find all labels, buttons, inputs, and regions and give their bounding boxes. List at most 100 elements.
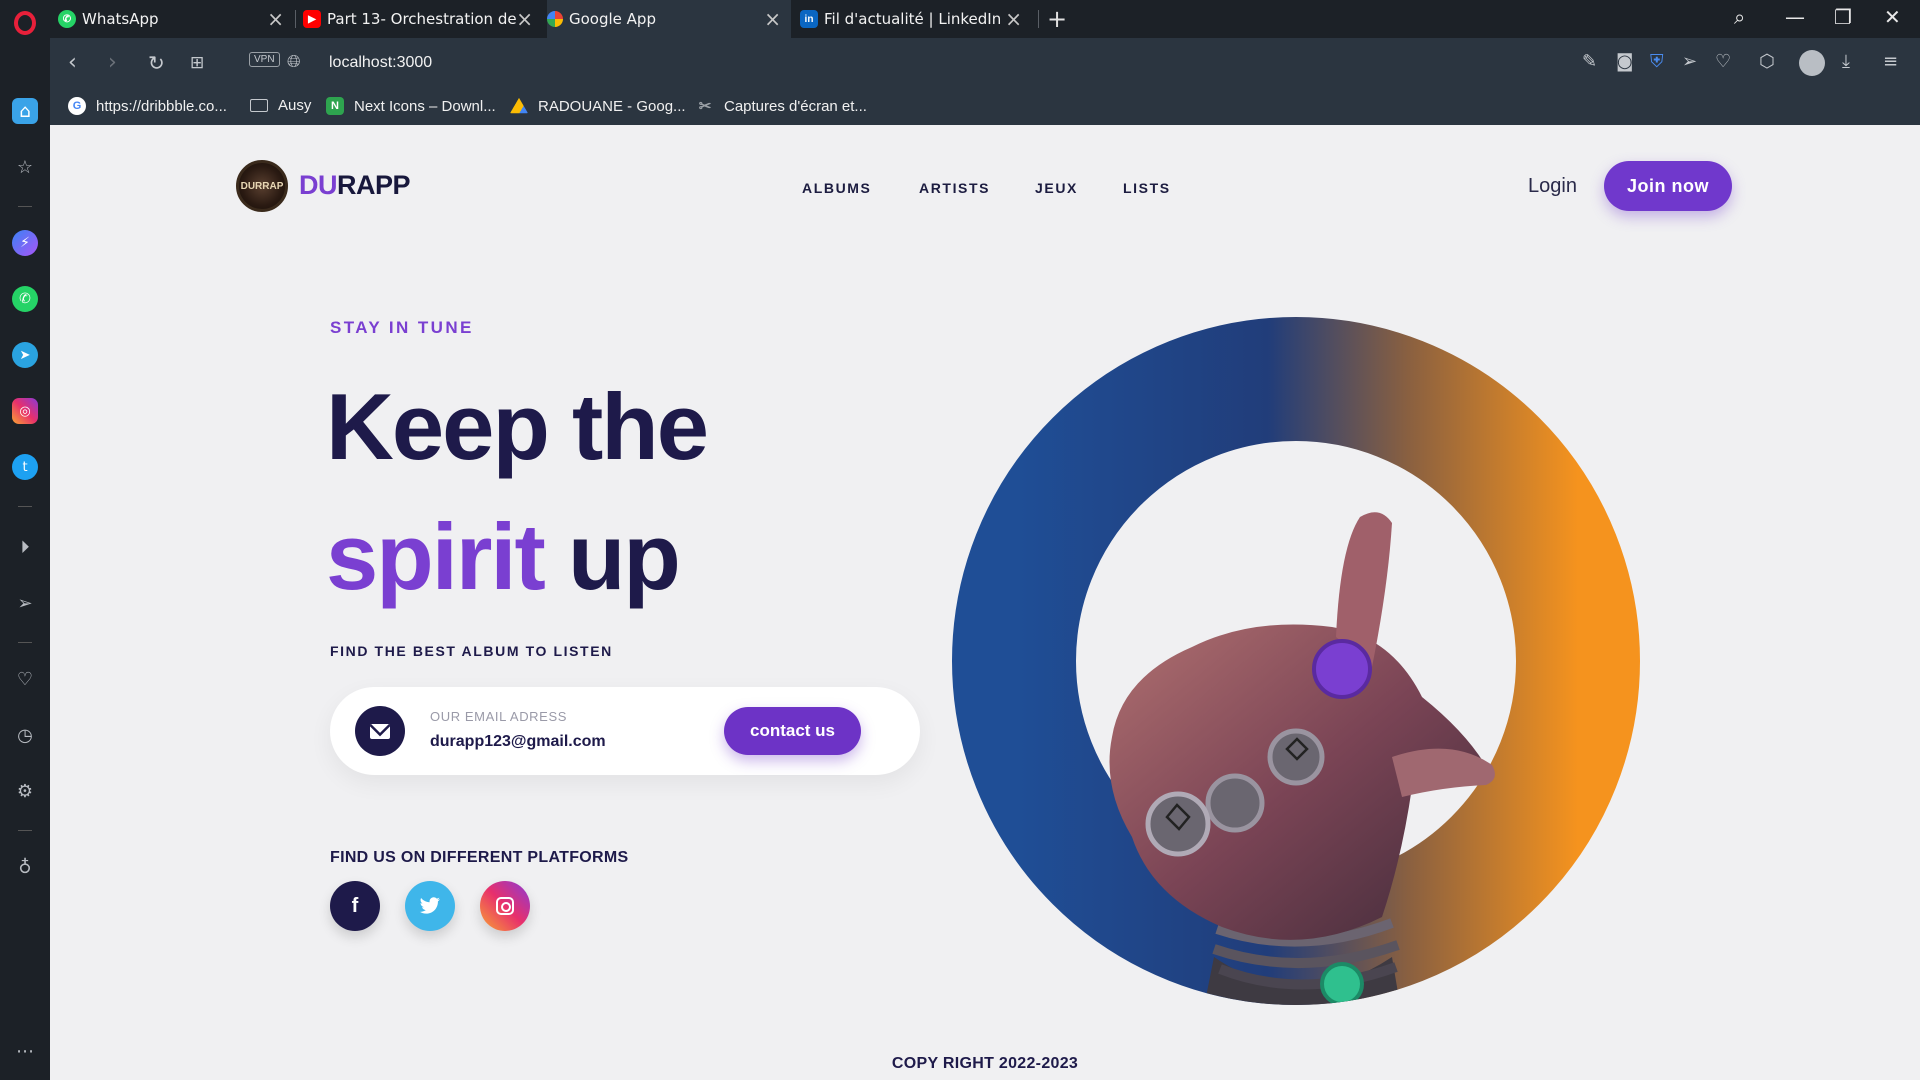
- close-icon[interactable]: ×: [267, 9, 284, 29]
- sidebar-divider: [18, 642, 32, 643]
- close-icon[interactable]: ×: [764, 9, 781, 29]
- twitter-bird-shape: [419, 897, 440, 914]
- telegram-icon[interactable]: ➤: [12, 342, 38, 368]
- tab-google-app[interactable]: Google App ×: [547, 0, 791, 38]
- logo-text: DURRAP: [240, 180, 284, 192]
- close-icon[interactable]: ×: [1005, 9, 1022, 29]
- player-icon[interactable]: ⏵: [12, 534, 38, 560]
- envelope-icon: [355, 706, 405, 756]
- screenshot-icon: ✂: [698, 98, 712, 115]
- opera-logo-icon[interactable]: [14, 11, 36, 35]
- tab-youtube[interactable]: ▶ Part 13- Orchestration des ×: [303, 0, 543, 38]
- minimize-icon[interactable]: —: [1785, 5, 1805, 29]
- heart-icon[interactable]: ♡: [12, 666, 38, 692]
- sidebar-divider: [18, 830, 32, 831]
- login-link[interactable]: Login: [1528, 175, 1577, 198]
- star-icon[interactable]: ☆: [12, 154, 38, 180]
- bookmark-next-icons[interactable]: N Next Icons – Downl...: [326, 97, 496, 115]
- hero-title-rest: up: [567, 504, 681, 609]
- nav-albums[interactable]: ALBUMS: [802, 180, 871, 196]
- edit-icon[interactable]: ✎: [1582, 51, 1597, 72]
- vpn-badge[interactable]: VPN: [249, 52, 280, 67]
- tab-title: Google App: [569, 10, 656, 28]
- nav-jeux[interactable]: JEUX: [1035, 180, 1078, 196]
- messenger-icon[interactable]: ⚡: [12, 230, 38, 256]
- hero-accent-word: spirit: [326, 504, 546, 609]
- tabs-overview-icon[interactable]: ⊞: [190, 53, 204, 73]
- send-icon[interactable]: ➢: [12, 590, 38, 616]
- twitter-icon[interactable]: [405, 881, 455, 931]
- new-tab-plus-icon[interactable]: +: [1047, 5, 1067, 33]
- google-drive-icon: [510, 97, 528, 114]
- restore-icon[interactable]: ❐: [1834, 5, 1852, 29]
- history-clock-icon[interactable]: ◷: [12, 722, 38, 748]
- google-icon: [547, 11, 563, 27]
- bookmark-dribbble[interactable]: G https://dribbble.co...: [68, 97, 227, 115]
- nav-lists[interactable]: LISTS: [1123, 180, 1171, 196]
- back-icon[interactable]: ‹: [68, 50, 77, 75]
- hero-subheading: FIND THE BEST ALBUM TO LISTEN: [330, 643, 613, 659]
- bookmark-label: Ausy: [278, 97, 312, 114]
- heart-icon[interactable]: ♡: [1715, 51, 1731, 72]
- lightbulb-icon[interactable]: ♁: [12, 854, 38, 880]
- browser-tab-strip: ✆ WhatsApp × ▶ Part 13- Orchestration de…: [0, 0, 1920, 38]
- email-label: OUR EMAIL ADRESS: [430, 709, 567, 724]
- tab-whatsapp[interactable]: ✆ WhatsApp ×: [58, 0, 294, 38]
- bookmark-ausy[interactable]: Ausy: [250, 97, 311, 114]
- url-field[interactable]: localhost:3000: [329, 54, 432, 72]
- profile-avatar[interactable]: [1799, 50, 1825, 76]
- hero-title-line-2: spirit up: [326, 510, 681, 604]
- durapp-logo[interactable]: DURRAP: [236, 160, 288, 212]
- reload-icon[interactable]: ↻: [148, 51, 165, 75]
- bookmark-label: Captures d'écran et...: [724, 97, 867, 115]
- tab-linkedin[interactable]: in Fil d'actualité | LinkedIn ×: [800, 0, 1032, 38]
- instagram-icon[interactable]: ◎: [12, 398, 38, 424]
- speed-dial-home-icon[interactable]: ⌂: [12, 98, 38, 124]
- send-icon[interactable]: ➢: [1682, 51, 1697, 72]
- copyright-footer: COPY RIGHT 2022-2023: [891, 1055, 1079, 1072]
- hero-title-line-1: Keep the: [326, 374, 709, 479]
- bookmark-label: Next Icons – Downl...: [354, 97, 496, 115]
- next-icons-icon: N: [326, 97, 344, 115]
- bookmark-google-drive[interactable]: RADOUANE - Goog...: [510, 97, 686, 115]
- camera-icon[interactable]: ◙: [1616, 51, 1633, 72]
- settings-gear-icon[interactable]: ⚙: [12, 778, 38, 804]
- hero-eyebrow: STAY IN TUNE: [330, 318, 474, 337]
- web-page: DURRAP DURAPP ALBUMS ARTISTS JEUX LISTS …: [50, 125, 1920, 1080]
- platforms-title: FIND US ON DIFFERENT PLATFORMS: [330, 849, 629, 866]
- cube-icon[interactable]: ⬡: [1759, 51, 1775, 72]
- instagram-icon[interactable]: [480, 881, 530, 931]
- shield-icon[interactable]: ⛨: [1650, 51, 1664, 72]
- nav-artists[interactable]: ARTISTS: [919, 180, 990, 196]
- twitter-icon[interactable]: t: [12, 454, 38, 480]
- join-now-button[interactable]: Join now: [1604, 161, 1732, 211]
- youtube-icon: ▶: [303, 10, 321, 28]
- browser-sidebar: ⌂ ☆ ⚡ ✆ ➤ ◎ t ⏵ ➢ ♡ ◷ ⚙ ♁ ⋯: [0, 38, 50, 1080]
- bookmark-label: RADOUANE - Goog...: [538, 97, 686, 115]
- contact-us-button[interactable]: contact us: [724, 707, 861, 755]
- brand-suffix: RAPP: [337, 170, 411, 200]
- bookmark-label: https://dribbble.co...: [96, 97, 227, 115]
- more-dots-icon[interactable]: ⋯: [12, 1038, 38, 1064]
- close-icon[interactable]: ×: [516, 9, 533, 29]
- bookmark-captures[interactable]: ✂ Captures d'écran et...: [696, 97, 867, 116]
- settings-sliders-icon[interactable]: ≡: [1883, 51, 1898, 72]
- brand-name[interactable]: DURAPP: [299, 170, 411, 201]
- email-address[interactable]: durapp123@gmail.com: [430, 733, 606, 751]
- address-bar: ‹ › ↻ ⊞ VPN 🌐︎ localhost:3000 ✎ ◙ ⛨ ➢ ♡ …: [50, 38, 1920, 88]
- folder-icon: [250, 99, 268, 112]
- sidebar-divider: [18, 206, 32, 207]
- search-tabs-icon[interactable]: ⌕: [1734, 5, 1745, 29]
- tab-separator: [1038, 10, 1039, 28]
- close-window-icon[interactable]: ✕: [1884, 5, 1901, 29]
- hero-artwork: [952, 317, 1640, 1005]
- whatsapp-icon: ✆: [58, 10, 76, 28]
- facebook-icon[interactable]: f: [330, 881, 380, 931]
- tab-title: Part 13- Orchestration des: [327, 10, 517, 28]
- download-icon[interactable]: ⤓: [1842, 51, 1850, 72]
- forward-icon[interactable]: ›: [108, 50, 117, 75]
- whatsapp-icon[interactable]: ✆: [12, 286, 38, 312]
- linkedin-icon: in: [800, 10, 818, 28]
- google-icon: G: [68, 97, 86, 115]
- email-contact-card: OUR EMAIL ADRESS durapp123@gmail.com con…: [330, 687, 920, 775]
